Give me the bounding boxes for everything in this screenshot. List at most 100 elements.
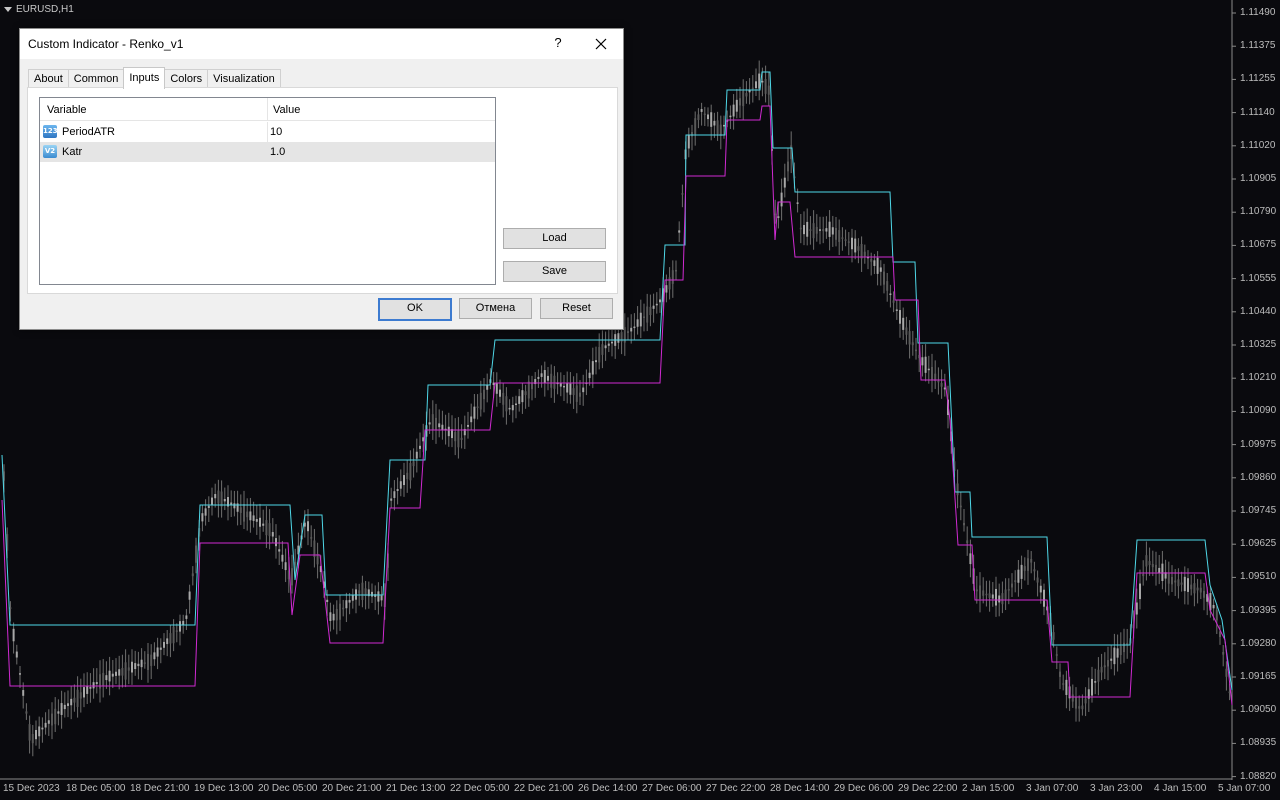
candle-body (406, 472, 409, 480)
candle-body (1187, 578, 1189, 592)
candle-body (140, 659, 143, 668)
tab-inputs[interactable]: Inputs (123, 67, 166, 89)
candle-body (937, 380, 940, 383)
column-header-variable[interactable]: Variable (47, 104, 87, 116)
reset-button[interactable]: Reset (540, 298, 613, 319)
candle-body (371, 591, 373, 597)
column-divider[interactable] (267, 98, 268, 120)
tab-about[interactable]: About (28, 69, 69, 88)
price-tick-label: 1.11375 (1240, 40, 1276, 52)
candle-body (735, 99, 738, 112)
price-tick-label: 1.09050 (1240, 704, 1277, 716)
candle-body (825, 228, 828, 232)
candle-body (851, 237, 853, 250)
price-tick-label: 1.09745 (1240, 505, 1277, 516)
column-header-value[interactable]: Value (273, 104, 300, 116)
candle-body (732, 104, 735, 117)
candle-body (1151, 564, 1154, 568)
candle-body (499, 389, 501, 397)
ok-button[interactable]: OK (378, 298, 452, 321)
candle-body (396, 489, 399, 491)
candle-body (278, 549, 281, 552)
candle-body (518, 396, 521, 404)
candle-body (502, 392, 505, 405)
tab-colors[interactable]: Colors (164, 69, 209, 88)
candle-body (431, 414, 434, 430)
candle-body (905, 327, 908, 335)
dropdown-triangle-icon[interactable] (4, 7, 12, 12)
dialog-titlebar[interactable]: Custom Indicator - Renko_v1 ? (20, 29, 623, 59)
candle-body (1091, 678, 1093, 696)
candle-body (767, 85, 770, 95)
price-tick-label: 1.10090 (1240, 405, 1277, 417)
input-row-periodatr[interactable]: 123 PeriodATR 10 (40, 122, 495, 142)
candle-body (646, 306, 649, 323)
candle-body (1215, 610, 1218, 621)
time-tick-label: 29 Dec 06:00 (834, 783, 894, 794)
candle-body (441, 424, 444, 430)
symbol-text: EURUSD,H1 (16, 4, 74, 15)
candle-body (854, 238, 857, 253)
candle-body (1155, 564, 1157, 572)
price-tick-label: 1.09510 (1240, 571, 1277, 583)
candle-body (265, 520, 268, 536)
candle-body (1103, 665, 1106, 668)
candle-body (982, 590, 985, 596)
candle-body (262, 523, 265, 526)
candle-body (835, 227, 837, 240)
help-button[interactable]: ? (552, 35, 564, 50)
candle-body (220, 491, 223, 507)
candle-body (595, 360, 597, 363)
candle-body (911, 342, 914, 346)
candle-body (1199, 587, 1202, 593)
candle-body (1145, 555, 1148, 567)
price-tick-label: 1.09280 (1240, 637, 1277, 649)
time-tick-label: 3 Jan 07:00 (1026, 783, 1079, 794)
candle-body (515, 403, 517, 406)
candle-body (601, 344, 604, 355)
candle-body (86, 686, 89, 694)
candle-body (76, 689, 79, 707)
candle-body (163, 641, 165, 648)
candle-body (243, 504, 245, 522)
tab-visualization[interactable]: Visualization (207, 69, 281, 88)
save-button[interactable]: Save (503, 261, 606, 282)
cancel-button[interactable]: Отмена (459, 298, 532, 319)
candle-body (921, 357, 924, 366)
candle-body (988, 593, 991, 598)
candle-body (812, 223, 815, 239)
candle-body (659, 299, 661, 303)
candle-body (1139, 583, 1141, 600)
candle-body (51, 713, 53, 726)
candle-body (268, 523, 271, 537)
candle-body (582, 387, 585, 393)
candle-body (588, 372, 591, 379)
candle-body (700, 109, 703, 112)
candle-body (201, 513, 204, 522)
symbol-label[interactable]: EURUSD,H1 (4, 4, 74, 15)
candle-body (636, 319, 639, 327)
tab-common[interactable]: Common (67, 69, 125, 88)
candle-body (79, 692, 82, 699)
candle-body (60, 703, 63, 715)
inputs-grid[interactable]: Variable Value 123 PeriodATR 10 V2 Katr … (39, 97, 496, 285)
input-row-katr[interactable]: V2 Katr 1.0 (40, 142, 495, 162)
candle-body (1023, 566, 1026, 571)
candle-body (783, 177, 786, 188)
grid-header: Variable Value (40, 98, 495, 121)
candle-body (38, 726, 41, 737)
candle-body (611, 341, 613, 344)
price-tick-label: 1.11140 (1240, 106, 1275, 118)
variable-name: Katr (62, 146, 83, 158)
candle-body (207, 505, 210, 508)
variable-value[interactable]: 10 (270, 126, 282, 138)
candle-body (931, 367, 933, 381)
candle-body (959, 505, 962, 508)
load-button[interactable]: Load (503, 228, 606, 249)
candle-body (505, 396, 508, 412)
close-icon[interactable] (590, 33, 612, 55)
candle-body (255, 519, 258, 522)
variable-value[interactable]: 1.0 (270, 146, 285, 158)
candle-body (995, 588, 997, 606)
candle-body (678, 230, 681, 233)
